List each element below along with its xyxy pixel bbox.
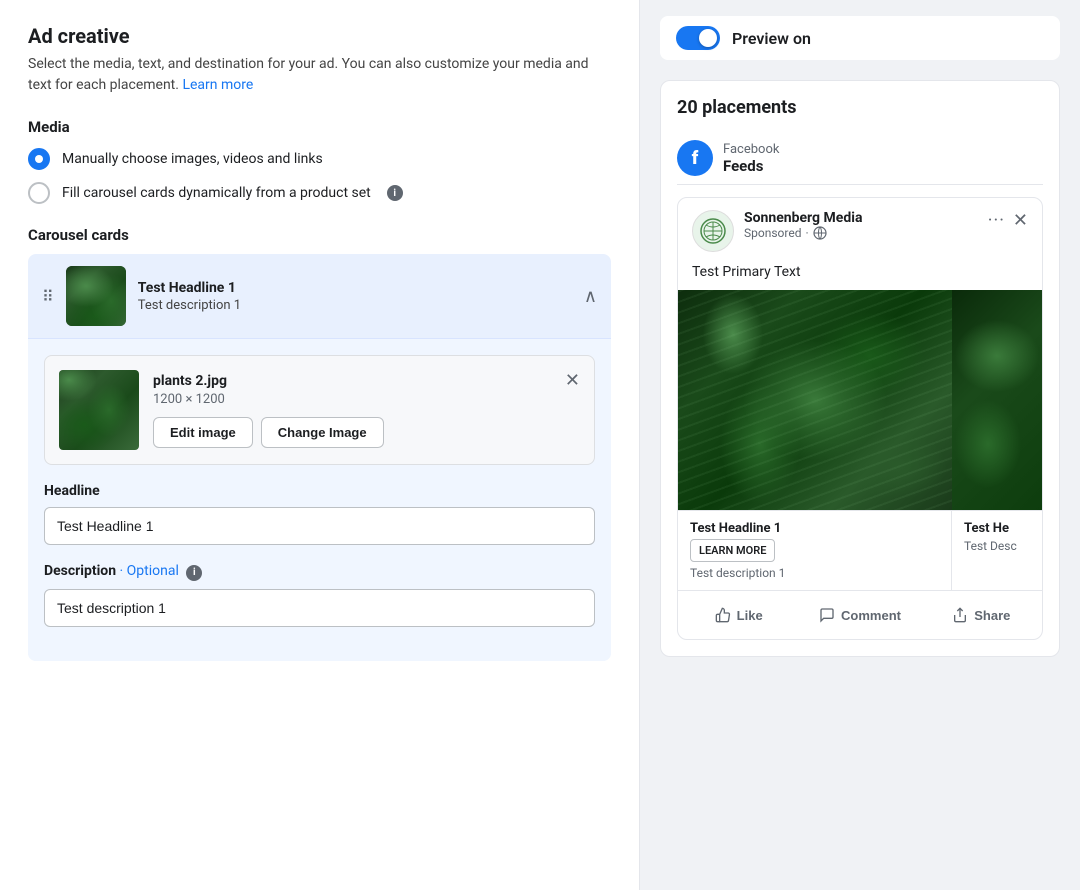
- learn-more-button-1[interactable]: LEARN MORE: [690, 539, 939, 566]
- globe-icon: [813, 226, 827, 240]
- sponsored-label: Sponsored ·: [744, 226, 978, 240]
- platform-placement: Feeds: [723, 157, 779, 175]
- carousel-headline-2: Test He: [964, 521, 1030, 536]
- carousel-card: ⠿ Test Headline 1 Test description 1 ∧ p…: [28, 254, 611, 661]
- preview-toggle-label: Preview on: [732, 29, 811, 48]
- card-thumbnail: [66, 266, 126, 326]
- radio-manual[interactable]: Manually choose images, videos and links: [28, 148, 611, 170]
- image-upload-area: plants 2.jpg 1200 × 1200 Edit image Chan…: [44, 355, 595, 465]
- comment-button[interactable]: Comment: [799, 599, 920, 631]
- card-info: Test Headline 1 Test description 1: [138, 280, 572, 313]
- page-title: Ad creative: [28, 24, 611, 48]
- left-panel: Ad creative Select the media, text, and …: [0, 0, 640, 890]
- drag-handle-icon[interactable]: ⠿: [42, 287, 54, 306]
- preview-toggle[interactable]: [676, 26, 720, 50]
- carousel-section-label: Carousel cards: [28, 226, 611, 244]
- right-panel: Preview on 20 placements f Facebook Feed…: [640, 0, 1080, 890]
- radio-dynamic-label: Fill carousel cards dynamically from a p…: [62, 185, 371, 201]
- upload-thumb-image: [59, 370, 139, 450]
- ad-menu: ··· ✕: [988, 210, 1028, 231]
- advertiser-name: Sonnenberg Media: [744, 210, 978, 226]
- card-expanded-content: plants 2.jpg 1200 × 1200 Edit image Chan…: [28, 338, 611, 661]
- upload-info: plants 2.jpg 1200 × 1200 Edit image Chan…: [153, 373, 551, 448]
- carousel-image-1: [678, 290, 952, 510]
- close-ad-icon[interactable]: ✕: [1013, 210, 1028, 231]
- upload-actions: Edit image Change Image: [153, 417, 551, 448]
- edit-image-button[interactable]: Edit image: [153, 417, 253, 448]
- description-input[interactable]: [44, 589, 595, 627]
- share-icon: [952, 607, 968, 623]
- change-image-button[interactable]: Change Image: [261, 417, 384, 448]
- radio-dynamic[interactable]: Fill carousel cards dynamically from a p…: [28, 182, 611, 204]
- platform-row: f Facebook Feeds: [677, 132, 1043, 185]
- comment-icon: [819, 607, 835, 623]
- description-info-icon[interactable]: i: [186, 565, 202, 581]
- radio-manual-label: Manually choose images, videos and links: [62, 151, 323, 167]
- carousel-labels: Test Headline 1 LEARN MORE Test descript…: [678, 510, 1042, 590]
- carousel-desc-2: Test Desc: [964, 539, 1030, 553]
- carousel-images: [678, 290, 1042, 510]
- platform-name: Facebook: [723, 142, 779, 157]
- share-button[interactable]: Share: [921, 599, 1042, 631]
- more-options-icon[interactable]: ···: [988, 210, 1005, 231]
- chevron-up-icon[interactable]: ∧: [584, 286, 597, 307]
- ad-preview-card: Sonnenberg Media Sponsored · ··· ✕: [677, 197, 1043, 640]
- carousel-headline-1: Test Headline 1: [690, 521, 939, 536]
- carousel-label-item-1: Test Headline 1 LEARN MORE Test descript…: [678, 511, 952, 590]
- card-headline-text: Test Headline 1: [138, 280, 572, 296]
- advertiser-logo-icon: [700, 218, 726, 244]
- radio-dynamic-circle[interactable]: [28, 182, 50, 204]
- placements-panel: 20 placements f Facebook Feeds: [660, 80, 1060, 657]
- card-description-text: Test description 1: [138, 298, 572, 313]
- advertiser-info: Sonnenberg Media Sponsored ·: [744, 210, 978, 240]
- info-icon[interactable]: i: [387, 185, 403, 201]
- upload-filename: plants 2.jpg: [153, 373, 551, 389]
- carousel-desc-1: Test description 1: [690, 566, 939, 580]
- like-button[interactable]: Like: [678, 599, 799, 631]
- page-subtitle: Select the media, text, and destination …: [28, 54, 611, 96]
- facebook-icon: f: [677, 140, 713, 176]
- ad-action-bar: Like Comment Share: [678, 590, 1042, 639]
- primary-text: Test Primary Text: [678, 264, 1042, 290]
- learn-more-link[interactable]: Learn more: [182, 77, 253, 93]
- upload-close-icon[interactable]: ✕: [565, 370, 580, 391]
- dot-separator: ·: [805, 226, 808, 240]
- upload-thumbnail: [59, 370, 139, 450]
- like-icon: [715, 607, 731, 623]
- carousel-card-header[interactable]: ⠿ Test Headline 1 Test description 1 ∧: [28, 254, 611, 338]
- platform-info: Facebook Feeds: [723, 142, 779, 175]
- headline-input[interactable]: [44, 507, 595, 545]
- advertiser-avatar: [692, 210, 734, 252]
- radio-manual-circle[interactable]: [28, 148, 50, 170]
- headline-field-label: Headline: [44, 483, 595, 499]
- description-field-label: Description · Optional i: [44, 563, 595, 581]
- carousel-image-2: [952, 290, 1042, 510]
- toggle-knob: [699, 29, 717, 47]
- card-thumb-image: [66, 266, 126, 326]
- carousel-label-item-2: Test He Test Desc: [952, 511, 1042, 590]
- media-section-label: Media: [28, 118, 611, 136]
- placements-count: 20 placements: [677, 97, 1043, 118]
- ad-card-header: Sonnenberg Media Sponsored · ··· ✕: [678, 198, 1042, 264]
- preview-toggle-row: Preview on: [660, 16, 1060, 60]
- description-optional-label: · Optional: [120, 563, 179, 579]
- upload-dimensions: 1200 × 1200: [153, 392, 551, 407]
